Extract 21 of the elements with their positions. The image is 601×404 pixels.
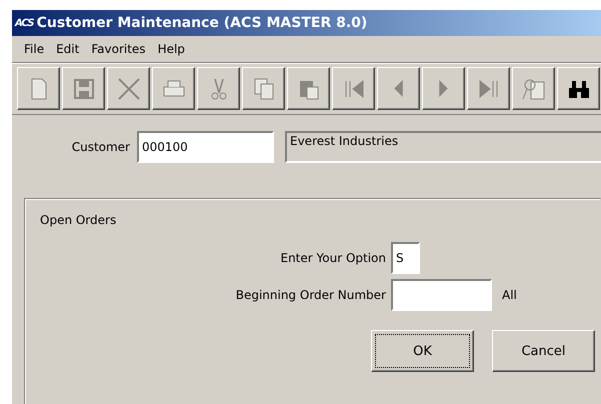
order-number-field[interactable]: [391, 279, 492, 311]
customer-name-field: Everest Industries: [285, 131, 601, 163]
panel-title: Open Orders: [40, 213, 116, 227]
menu-item[interactable]: Help: [152, 42, 191, 56]
previous-icon: [394, 80, 403, 97]
menu-item[interactable]: File: [18, 42, 50, 56]
delete-icon: [116, 76, 142, 102]
ok-button[interactable]: OK: [371, 330, 474, 372]
option-field[interactable]: S: [391, 242, 420, 274]
cancel-button[interactable]: Cancel: [492, 330, 595, 372]
menu-item[interactable]: Edit: [50, 42, 86, 56]
field-label: Customer: [70, 140, 130, 154]
field-label: Beginning Order Number: [234, 288, 386, 302]
window-title: Customer Maintenance (ACS MASTER 8.0): [36, 15, 368, 31]
app-logo: ACS: [14, 18, 35, 28]
menu-item[interactable]: Favorites: [85, 42, 152, 56]
field-label: Enter Your Option: [279, 251, 386, 265]
toolbar-button[interactable]: [557, 67, 600, 110]
next-icon: [439, 80, 448, 97]
customer-field[interactable]: 000100: [137, 131, 274, 163]
hint-text: All: [502, 288, 518, 302]
